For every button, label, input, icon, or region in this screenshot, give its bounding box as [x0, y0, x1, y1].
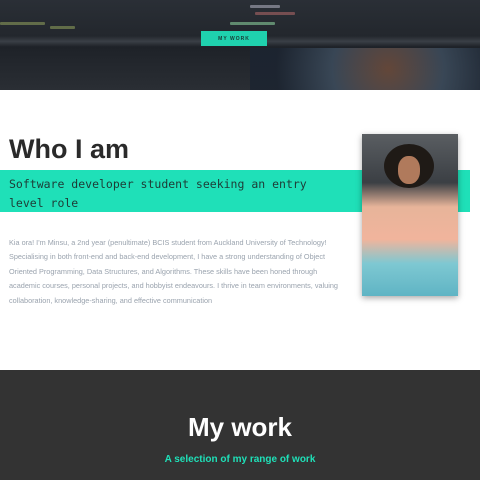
work-subtitle: A selection of my range of work — [164, 454, 316, 465]
hero-image — [250, 48, 480, 90]
tagline: Software developer student seeking an en… — [9, 177, 307, 210]
photo-face — [398, 156, 420, 184]
work-title: My work — [187, 412, 293, 442]
hero-banner: MY WORK — [0, 0, 480, 90]
code-line — [50, 26, 75, 29]
bio-text: Kia ora! I'm Minsu, a 2nd year (penultim… — [9, 238, 338, 305]
code-line — [0, 22, 45, 25]
code-line — [255, 12, 295, 15]
profile-photo — [362, 134, 458, 296]
my-work-button[interactable]: MY WORK — [201, 31, 267, 46]
about-title: Who I am — [9, 134, 129, 164]
code-line — [250, 5, 280, 8]
code-line — [230, 22, 275, 25]
work-section: My work A selection of my range of work — [0, 370, 480, 480]
